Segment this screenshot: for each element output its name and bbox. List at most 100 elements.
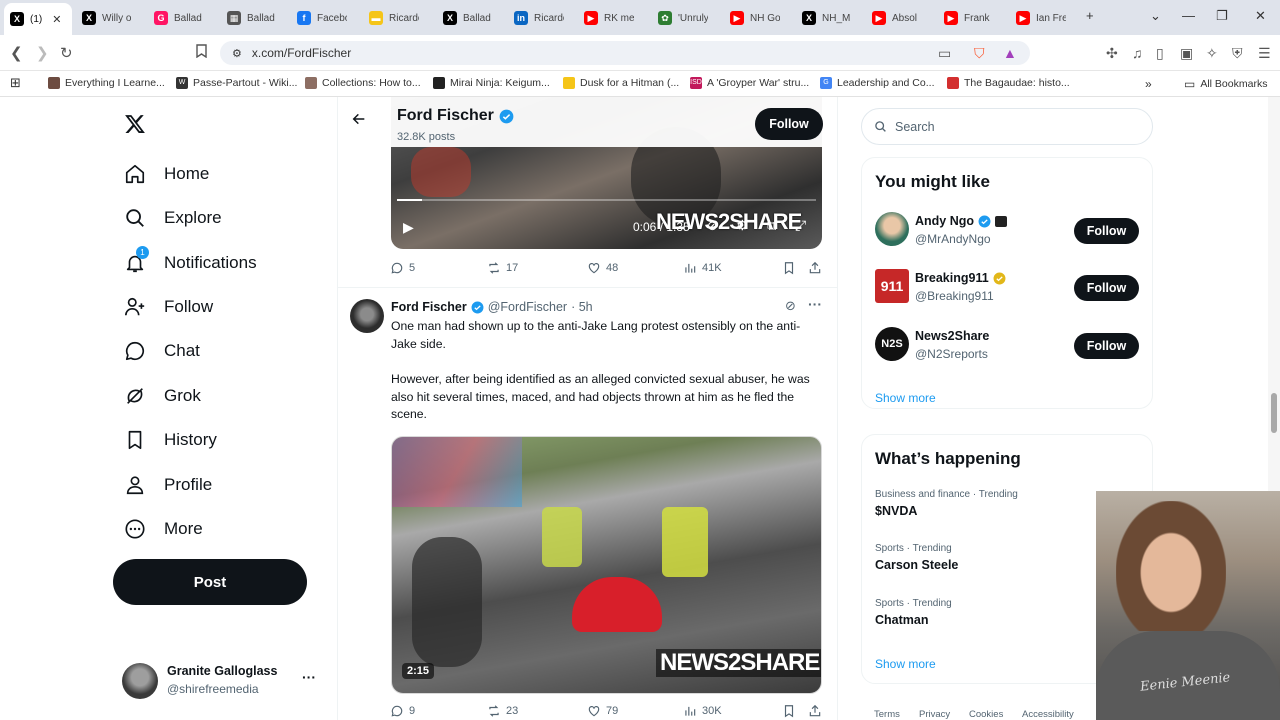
footer-privacy[interactable]: Privacy — [919, 709, 950, 720]
browser-tab[interactable]: X NH_M — [796, 5, 864, 31]
footer-accessibility[interactable]: Accessibility — [1022, 709, 1074, 720]
bookmark-button[interactable] — [782, 261, 796, 275]
nav-home[interactable]: Home — [124, 163, 209, 185]
footer-terms[interactable]: Terms — [874, 709, 900, 720]
nav-explore[interactable]: Explore — [124, 207, 222, 229]
forward-icon[interactable]: ❯ — [36, 44, 49, 62]
media-icon[interactable]: ♫ — [1132, 45, 1143, 61]
extensions-icon[interactable]: ✣ — [1106, 45, 1118, 62]
bookmark-item[interactable]: Collections: How to... — [305, 77, 421, 89]
tweet-author-handle[interactable]: @FordFischer — [488, 300, 567, 314]
nav-history[interactable]: History — [124, 429, 217, 451]
leo-icon[interactable]: ✧ — [1206, 45, 1218, 62]
follow-button[interactable]: Follow — [1074, 333, 1139, 359]
browser-tab[interactable]: ▶ Frank — [938, 5, 1006, 31]
browser-tab[interactable]: X Ballad — [437, 5, 505, 31]
vpn-icon[interactable]: ⛨ — [1232, 45, 1243, 62]
nav-profile[interactable]: Profile — [124, 474, 212, 496]
nav-grok[interactable]: Grok — [124, 385, 201, 407]
views-button[interactable]: 41K — [683, 261, 722, 275]
site-info-icon[interactable]: ⚙ — [232, 47, 242, 60]
restore-icon[interactable]: ❐ — [1216, 8, 1228, 24]
tweet-author-name[interactable]: Ford Fischer — [391, 300, 467, 314]
account-switcher[interactable]: Granite Galloglass @shirefreemedia ··· — [122, 663, 322, 699]
repost-button[interactable]: 23 — [487, 704, 518, 718]
video-progress-bar[interactable] — [397, 199, 816, 201]
avatar[interactable] — [350, 299, 384, 333]
back-arrow-icon[interactable] — [351, 111, 367, 132]
browser-tab[interactable]: X Willy o — [76, 5, 144, 31]
follow-button[interactable]: Follow — [1074, 275, 1139, 301]
tab-close-icon[interactable]: ✕ — [52, 13, 61, 26]
bookmark-item[interactable]: W Passe-Partout - Wiki... — [176, 77, 297, 89]
bookmark-item[interactable]: Mirai Ninja: Keigum... — [433, 77, 550, 89]
account-more-icon[interactable]: ··· — [302, 669, 316, 685]
browser-tab[interactable]: in Ricardo — [508, 5, 576, 31]
back-icon[interactable]: ❮ — [10, 44, 23, 62]
fullscreen-icon[interactable]: ⤢ — [795, 217, 806, 234]
browser-tab[interactable]: ✿ 'Unruly — [652, 5, 720, 31]
browser-tab[interactable]: ▦ Ballad — [221, 5, 289, 31]
views-button[interactable]: 30K — [683, 704, 722, 718]
mute-icon[interactable]: ⊘ — [707, 218, 718, 234]
bookmark-item[interactable]: ISD A 'Groyper War' stru... — [690, 77, 809, 89]
suggestion-item[interactable]: Andy Ngo @MrAndyNgo Follow — [875, 212, 1140, 252]
follow-button[interactable]: Follow — [1074, 218, 1139, 244]
browser-tab[interactable]: ▶ NH Go — [724, 5, 792, 31]
more-bookmarks-icon[interactable]: » — [1145, 77, 1152, 91]
bookmark-item[interactable]: Dusk for a Hitman (... — [563, 77, 679, 89]
play-icon[interactable]: ▶ — [403, 219, 414, 236]
trend-item[interactable]: Business and finance · Trending $NVDA — [875, 489, 1018, 518]
share-button[interactable] — [808, 261, 822, 275]
trend-item[interactable]: Sports · Trending Chatman — [875, 598, 952, 627]
sidebar-icon[interactable]: ▯ — [1156, 45, 1164, 62]
cast-icon[interactable]: ▭ — [938, 45, 951, 62]
repost-button[interactable]: 17 — [487, 261, 518, 275]
browser-tab[interactable]: G Ballad — [148, 5, 216, 31]
menu-icon[interactable]: ☰ — [1258, 45, 1271, 62]
nav-chat[interactable]: Chat — [124, 340, 200, 362]
bookmark-page-icon[interactable] — [196, 44, 207, 62]
url-field[interactable]: ⚙ x.com/FordFischer — [220, 41, 1030, 65]
settings-icon[interactable]: ⚙ — [736, 217, 749, 234]
tweet-video-player[interactable]: NEWS2SHARE 2:15 — [391, 436, 822, 694]
bookmark-button[interactable] — [782, 704, 796, 718]
bookmark-item[interactable]: The Bagaudae: histo... — [947, 77, 1070, 89]
tweet-age[interactable]: · 5h — [571, 300, 593, 314]
browser-tab[interactable]: ▶ Absol — [866, 5, 934, 31]
search-input[interactable]: Search — [861, 108, 1153, 145]
trend-item[interactable]: Sports · Trending Carson Steele — [875, 543, 958, 572]
new-tab-icon[interactable]: + — [1086, 8, 1094, 23]
like-button[interactable]: 48 — [587, 261, 618, 275]
follow-button[interactable]: Follow — [755, 108, 823, 140]
nav-follow[interactable]: Follow — [124, 296, 213, 318]
bookmark-item[interactable]: Everything I Learne... — [48, 77, 165, 89]
browser-tab[interactable]: f Facebo — [291, 5, 359, 31]
tab-search-icon[interactable]: ⌄ — [1150, 8, 1161, 24]
x-logo-icon[interactable] — [124, 113, 146, 140]
bookmark-item[interactable]: G Leadership and Co... — [820, 77, 934, 89]
footer-cookies[interactable]: Cookies — [969, 709, 1003, 720]
like-button[interactable]: 79 — [587, 704, 618, 718]
reply-button[interactable]: 9 — [390, 704, 415, 718]
browser-tab[interactable]: X (1) ✕ — [4, 3, 72, 35]
reply-button[interactable]: 5 — [390, 261, 415, 275]
tweet-more-icon[interactable]: ··· — [808, 296, 822, 312]
all-bookmarks[interactable]: ▭ All Bookmarks — [1184, 77, 1267, 91]
post-button[interactable]: Post — [113, 559, 307, 605]
pip-icon[interactable]: ⧉ — [767, 218, 776, 234]
minimize-icon[interactable]: — — [1182, 8, 1195, 23]
suggestion-item[interactable]: 911 Breaking911 @Breaking911 Follow — [875, 269, 1140, 309]
grok-analyze-icon[interactable]: ⊘ — [785, 298, 796, 314]
show-more-link[interactable]: Show more — [875, 657, 936, 671]
share-button[interactable] — [808, 704, 822, 718]
tweet[interactable]: Ford Fischer @FordFischer · 5h ⊘ ··· One… — [338, 288, 837, 720]
browser-tab[interactable]: ▶ RK me — [578, 5, 646, 31]
reload-icon[interactable]: ↻ — [60, 44, 73, 62]
apps-icon[interactable]: ⊞ — [10, 75, 21, 91]
browser-tab[interactable]: ▶ Ian Fre — [1010, 5, 1078, 31]
brave-rewards-icon[interactable]: ▲ — [1003, 45, 1017, 61]
nav-more[interactable]: More — [124, 518, 203, 540]
browser-tab[interactable]: ▬ Ricardo — [363, 5, 431, 31]
wallet-icon[interactable]: ▣ — [1180, 45, 1193, 62]
